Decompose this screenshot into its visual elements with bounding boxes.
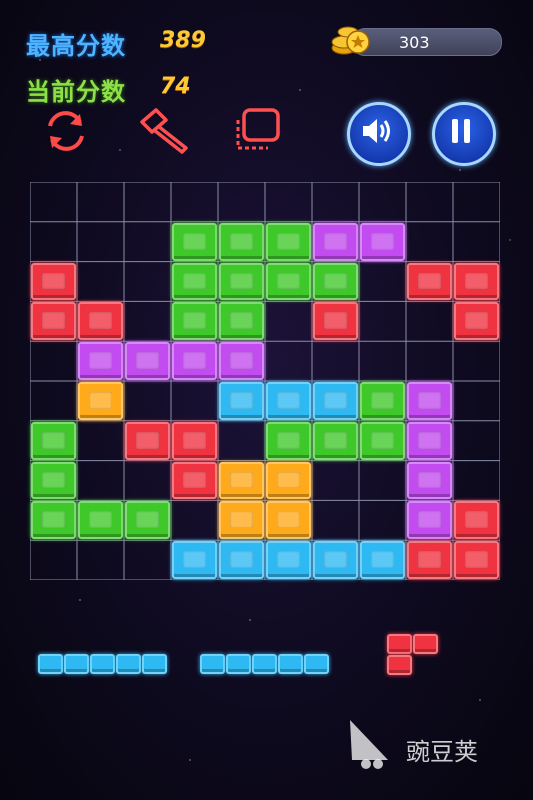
piece-block-red bbox=[413, 634, 438, 654]
best-score-value: 389 bbox=[160, 28, 206, 53]
coin-count: 303 bbox=[399, 33, 430, 52]
piece-block-cyan bbox=[90, 654, 115, 674]
piece-block-cyan bbox=[64, 654, 89, 674]
board-block-red bbox=[125, 421, 170, 460]
board-block-red bbox=[78, 302, 123, 341]
board-block-red bbox=[172, 461, 217, 500]
board-block-red bbox=[407, 262, 452, 301]
watermark-text: 豌豆荚 bbox=[406, 738, 478, 766]
board-block-cyan bbox=[219, 382, 264, 420]
board-block-red bbox=[31, 262, 76, 301]
sound-button[interactable] bbox=[347, 102, 411, 166]
board-block-green bbox=[78, 501, 123, 540]
board-block-green bbox=[219, 222, 264, 261]
board-block-red bbox=[454, 262, 499, 301]
board-block-cyan bbox=[219, 541, 264, 579]
board-block-red bbox=[454, 541, 499, 579]
piece-block-cyan bbox=[116, 654, 141, 674]
board-block-cyan bbox=[313, 541, 358, 579]
board-block-orange bbox=[219, 501, 264, 540]
watermark: 豌豆荚 bbox=[344, 716, 504, 776]
board-block-green bbox=[313, 421, 358, 460]
board-block-red bbox=[407, 541, 452, 579]
swap-icon[interactable] bbox=[228, 104, 288, 158]
board-block-green bbox=[266, 262, 311, 301]
board-block-green bbox=[360, 421, 405, 460]
board-block-orange bbox=[219, 461, 264, 500]
board-block-green bbox=[172, 222, 217, 261]
board-block-cyan bbox=[172, 541, 217, 579]
pause-icon bbox=[452, 119, 470, 143]
sound-icon bbox=[363, 119, 390, 143]
board-block-green bbox=[219, 302, 264, 341]
board-block-orange bbox=[266, 501, 311, 540]
board-block-orange bbox=[266, 461, 311, 500]
board-block-green bbox=[219, 262, 264, 301]
current-score-label: 当前分数 bbox=[26, 78, 126, 106]
piece-block-cyan bbox=[304, 654, 329, 674]
piece-block-cyan bbox=[278, 654, 303, 674]
board-block-green bbox=[31, 501, 76, 540]
board-block-green bbox=[172, 262, 217, 301]
board-block-red bbox=[172, 421, 217, 460]
pea-logo-icon bbox=[350, 720, 388, 769]
board-block-cyan bbox=[313, 382, 358, 420]
board-block-green bbox=[313, 262, 358, 301]
board-block-purple bbox=[360, 222, 405, 261]
coin-counter: 303 bbox=[352, 28, 502, 56]
hammer-icon[interactable] bbox=[134, 104, 194, 158]
coins-icon bbox=[331, 26, 370, 55]
board-block-green bbox=[266, 222, 311, 261]
board-block-red bbox=[313, 302, 358, 341]
game-board[interactable] bbox=[30, 182, 500, 580]
piece-block-red bbox=[387, 634, 412, 654]
best-score-label: 最高分数 bbox=[26, 32, 126, 60]
piece-block-cyan bbox=[142, 654, 167, 674]
board-block-purple bbox=[78, 342, 123, 380]
piece-block-cyan bbox=[226, 654, 251, 674]
board-block-purple bbox=[407, 461, 452, 500]
piece-block-red bbox=[387, 655, 412, 675]
board-block-purple bbox=[172, 342, 217, 380]
board-block-purple bbox=[219, 342, 264, 380]
piece-block-cyan bbox=[38, 654, 63, 674]
board-block-green bbox=[31, 421, 76, 460]
board-block-purple bbox=[407, 501, 452, 540]
board-block-purple bbox=[125, 342, 170, 380]
board-block-green bbox=[360, 382, 405, 420]
rotate-icon[interactable] bbox=[36, 104, 96, 158]
board-block-purple bbox=[407, 421, 452, 460]
board-block-cyan bbox=[266, 382, 311, 420]
piece-block-cyan bbox=[252, 654, 277, 674]
board-block-green bbox=[266, 421, 311, 460]
board-block-red bbox=[454, 501, 499, 540]
current-score-value: 74 bbox=[160, 74, 191, 99]
piece-block-cyan bbox=[200, 654, 225, 674]
board-block-purple bbox=[313, 222, 358, 261]
board-block-cyan bbox=[360, 541, 405, 579]
board-block-orange bbox=[78, 382, 123, 420]
board-block-green bbox=[31, 461, 76, 500]
board-block-cyan bbox=[266, 541, 311, 579]
board-block-purple bbox=[407, 382, 452, 420]
board-block-green bbox=[125, 501, 170, 540]
pause-button[interactable] bbox=[432, 102, 496, 166]
board-block-red bbox=[454, 302, 499, 341]
board-block-green bbox=[172, 302, 217, 341]
board-block-red bbox=[31, 302, 76, 341]
